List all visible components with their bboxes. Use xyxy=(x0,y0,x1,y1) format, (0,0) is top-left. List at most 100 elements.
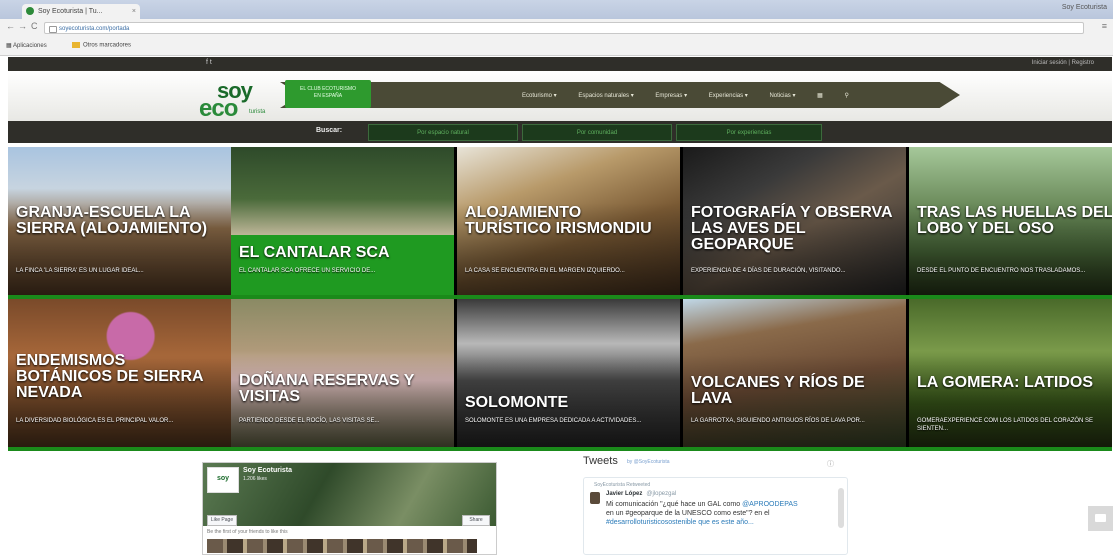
facebook-like-button[interactable]: Like Page xyxy=(207,515,237,526)
card-description: PARTIENDO DESDE EL ROCÍO, LAS VISITAS SE… xyxy=(239,418,380,424)
card-description: EXPERIENCIA DE 4 DÍAS DE DURACIÓN, VISIT… xyxy=(691,268,846,274)
tweet-hashtag[interactable]: #desarrolloturisticosostenible que es es… xyxy=(606,519,754,526)
address-bar-row: ← → C soyecoturista.com/portada ≡ xyxy=(0,19,1113,37)
search-by-region-button[interactable]: Por comunidad xyxy=(522,124,672,141)
card-description: DESDE EL PUNTO DE ENCUENTRO NOS TRASLADA… xyxy=(917,268,1086,274)
url-input[interactable]: soyecoturista.com/portada xyxy=(44,22,1084,34)
tweet-author-name: Javier López xyxy=(606,491,643,497)
tweets-title[interactable]: Tweets xyxy=(583,455,618,467)
url-text: soyecoturista.com/portada xyxy=(59,26,130,32)
card-description: EL CANTALAR SCA OFRECE UN SERVICIO DE... xyxy=(239,268,376,274)
facebook-share-button[interactable]: Share xyxy=(462,515,490,526)
card-title: LA GOMERA: LATIDOS xyxy=(917,374,1093,391)
card-description: GOMERAEXPERIENCE COM LOS LATIDOS DEL COR… xyxy=(917,418,1094,432)
bookmark-other[interactable]: Otros marcadores xyxy=(72,42,131,49)
club-badge-line1: EL CLUB ECOTURISMO xyxy=(300,86,356,92)
tab-strip: Soy Ecoturista | Tu... × Soy Ecoturista xyxy=(0,0,1113,19)
search-filter-bar: Buscar: Por espacio natural Por comunida… xyxy=(8,121,1112,143)
logo-eco: eco xyxy=(199,95,238,122)
bookmark-apps[interactable]: ▦ Aplicaciones xyxy=(6,42,47,49)
card-title: ALOJAMIENTO TURÍSTICO IRISMONDIU xyxy=(465,204,652,237)
tweet-list[interactable]: SoyEcoturista Retweeted Javier López @jlo… xyxy=(583,477,848,555)
info-icon[interactable]: ⓘ xyxy=(827,459,834,469)
site-top-bar: f t Iniciar sesión | Registro xyxy=(8,57,1112,71)
search-label: Buscar: xyxy=(316,127,343,134)
browser-chrome: Soy Ecoturista | Tu... × Soy Ecoturista … xyxy=(0,0,1113,56)
experience-card[interactable]: ENDEMISMOS BOTÁNICOS DE SIERRA NEVADA LA… xyxy=(8,299,231,447)
logo-turista: turista xyxy=(249,109,266,115)
card-title: VOLCANES Y RÍOS DE LAVA xyxy=(691,374,865,407)
tweet-text: Mi comunicación "¿qué hace un GAL como @… xyxy=(606,500,806,527)
folder-icon xyxy=(72,42,80,48)
tab-title: Soy Ecoturista | Tu... xyxy=(38,8,103,15)
nav-empresas[interactable]: Empresas ▾ xyxy=(655,93,687,99)
experience-card[interactable]: TRAS LAS HUELLAS DEL LOBO Y DEL OSO DESD… xyxy=(909,147,1112,295)
tweet-scrollbar[interactable] xyxy=(838,488,844,528)
row-divider xyxy=(8,447,1112,451)
facebook-friends-text: Be the first of your friends to like thi… xyxy=(207,529,288,535)
nav-experiencias[interactable]: Experiencias ▾ xyxy=(709,93,748,99)
nav-noticias[interactable]: Noticias ▾ xyxy=(769,93,795,99)
site-logo[interactable]: soy eco turista xyxy=(199,78,289,122)
apps-icon: ▦ xyxy=(6,43,14,49)
card-title: GRANJA-ESCUELA LA SIERRA (ALOJAMIENTO) xyxy=(16,204,208,237)
login-register-links[interactable]: Iniciar sesión | Registro xyxy=(1032,60,1094,66)
tab-close-icon[interactable]: × xyxy=(132,4,136,19)
experience-card[interactable]: GRANJA-ESCUELA LA SIERRA (ALOJAMIENTO) L… xyxy=(8,147,231,295)
nav-ecoturismo[interactable]: Ecoturismo ▾ xyxy=(522,93,557,99)
search-icon[interactable]: ⚲ xyxy=(845,93,849,99)
card-title: ENDEMISMOS BOTÁNICOS DE SIERRA NEVADA xyxy=(16,352,203,401)
experience-card[interactable]: ALOJAMIENTO TURÍSTICO IRISMONDIU LA CASA… xyxy=(457,147,680,295)
tweet-text-b: en un #geoparque de la UNESCO como este"… xyxy=(606,510,770,517)
page-info-icon[interactable] xyxy=(49,26,57,33)
experience-card[interactable]: SOLOMONTE SOLOMONTE ES UNA EMPRESA DEDIC… xyxy=(457,299,680,447)
bookmark-other-label: Otros marcadores xyxy=(83,42,132,49)
card-description: LA FINCA 'LA SIERRA' ES UN LUGAR IDEAL..… xyxy=(16,268,144,274)
bookmarks-bar: ▦ Aplicaciones Otros marcadores xyxy=(0,37,1113,55)
card-title: DOÑANA RESERVAS Y VISITAS xyxy=(239,372,415,405)
browser-tab[interactable]: Soy Ecoturista | Tu... × xyxy=(22,4,140,19)
experience-card[interactable]: LA GOMERA: LATIDOS GOMERAEXPERIENCE COM … xyxy=(909,299,1112,447)
social-share-icons[interactable]: f t xyxy=(206,59,212,66)
experience-card[interactable]: EL CANTALAR SCA EL CANTALAR SCA OFRECE U… xyxy=(231,147,454,295)
experience-card[interactable]: DOÑANA RESERVAS Y VISITAS PARTIENDO DESD… xyxy=(231,299,454,447)
experience-grid: GRANJA-ESCUELA LA SIERRA (ALOJAMIENTO) L… xyxy=(8,147,1112,451)
reload-icon[interactable]: C xyxy=(31,21,38,31)
card-description: SOLOMONTE ES UNA EMPRESA DEDICADA A ACTI… xyxy=(465,418,642,424)
card-title: TRAS LAS HUELLAS DEL LOBO Y DEL OSO xyxy=(917,204,1112,237)
experience-card[interactable]: VOLCANES Y RÍOS DE LAVA LA GARROTXA, SIG… xyxy=(683,299,906,447)
facebook-page-widget[interactable]: soy Soy Ecoturista 1.206 likes Like Page… xyxy=(202,462,497,555)
tweet-author-handle: @jlopezgal xyxy=(646,491,677,497)
grid-menu-icon[interactable]: ▦ xyxy=(817,93,823,99)
experience-card[interactable]: FOTOGRAFÍA Y OBSERVA LAS AVES DEL GEOPAR… xyxy=(683,147,906,295)
retweet-label: SoyEcoturista Retweeted xyxy=(594,482,651,488)
facebook-page-name[interactable]: Soy Ecoturista xyxy=(243,467,292,474)
search-by-experience-button[interactable]: Por experiencias xyxy=(676,124,822,141)
bookmark-apps-label: Aplicaciones xyxy=(13,43,47,49)
site-header: soy eco turista EL CLUB ECOTURISMO EN ES… xyxy=(8,71,1112,122)
facebook-page-avatar[interactable]: soy xyxy=(207,467,239,493)
card-title: EL CANTALAR SCA xyxy=(239,244,390,261)
facebook-likes-count: 1.206 likes xyxy=(243,476,267,482)
card-description: LA GARROTXA, SIGUIENDO ANTIGUOS RÍOS DE … xyxy=(691,418,865,424)
forward-arrow-icon[interactable]: → xyxy=(18,21,27,31)
tweets-by-link[interactable]: by @SoyEcoturista xyxy=(627,459,670,465)
tweet-author[interactable]: Javier López @jlopezgal xyxy=(606,491,676,497)
avatar[interactable] xyxy=(590,492,600,504)
twitter-timeline-widget: Tweets by @SoyEcoturista ⓘ SoyEcoturista… xyxy=(583,455,848,555)
card-description: LA CASA SE ENCUENTRA EN EL MARGEN IZQUIE… xyxy=(465,268,625,274)
search-by-space-button[interactable]: Por espacio natural xyxy=(368,124,518,141)
tweet-text-a: Mi comunicación "¿qué hace un GAL como xyxy=(606,501,743,508)
card-title: FOTOGRAFÍA Y OBSERVA LAS AVES DEL GEOPAR… xyxy=(691,204,892,253)
nav-espacios[interactable]: Espacios naturales ▾ xyxy=(578,93,633,99)
club-badge: EL CLUB ECOTURISMO EN ESPAÑA xyxy=(285,80,371,108)
facebook-friend-avatars xyxy=(207,539,477,553)
main-nav: Ecoturismo ▾ Espacios naturales ▾ Empres… xyxy=(522,92,869,99)
browser-menu-icon[interactable]: ≡ xyxy=(1102,21,1107,31)
back-arrow-icon[interactable]: ← xyxy=(6,21,15,31)
club-badge-line2: EN ESPAÑA xyxy=(313,93,343,99)
card-description: LA DIVERSIDAD BIOLÓGICA ES EL PRINCIPAL … xyxy=(16,418,174,424)
tweet-mention[interactable]: @APROODEPAS xyxy=(742,501,798,508)
site-favicon-icon xyxy=(26,7,34,15)
chat-icon[interactable] xyxy=(1088,506,1113,531)
